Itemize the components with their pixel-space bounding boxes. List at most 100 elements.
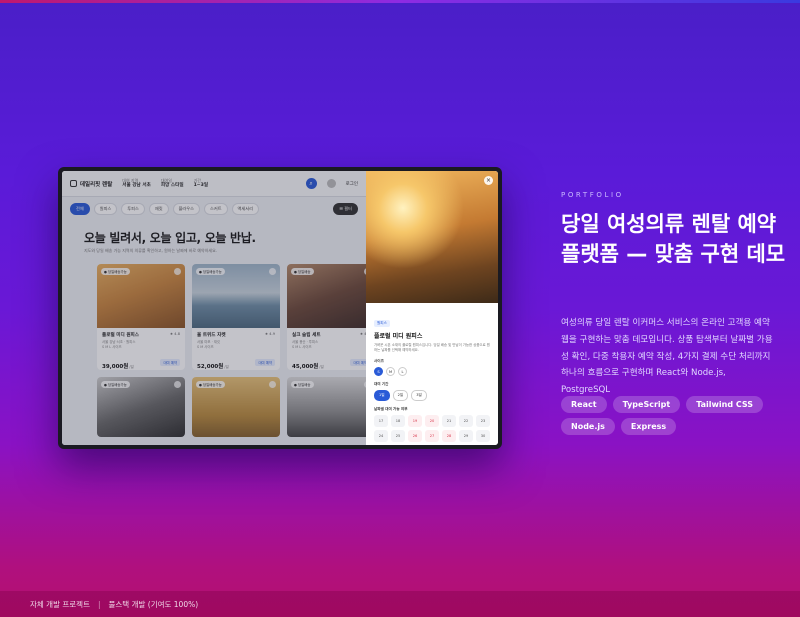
product-image[interactable]: ● 당일배송가능: [97, 377, 185, 437]
size-option[interactable]: L: [398, 367, 407, 377]
period-option[interactable]: 1일: [374, 390, 390, 402]
tech-tag: TypeScript: [612, 396, 681, 413]
calendar-day[interactable]: 17: [374, 415, 388, 428]
product-card[interactable]: ● 당일배송가능플로럴 미디 원피스 ★ 4.8 서울 강남·서초 · 원피스 S M…: [97, 264, 185, 370]
product-card[interactable]: ● 당일배송: [287, 377, 366, 437]
heart-icon[interactable]: [174, 268, 181, 275]
project-description: 여성의류 당일 렌탈 이커머스 서비스의 온라인 고객용 예약 웹을 구현하는 …: [561, 318, 773, 395]
product-meta: 서울 강남·서초 · 원피스 S M L 사이즈: [102, 340, 180, 350]
app-header: 데일리핏 렌탈 대여 지역 서울 강남 서초 대여일 희망 스타일 기간 1~3…: [62, 171, 366, 197]
rental-app: 데일리핏 렌탈 대여 지역 서울 강남 서초 대여일 희망 스타일 기간 1~3…: [62, 171, 366, 445]
filter-button[interactable]: ☰ 필터: [333, 203, 358, 215]
tech-tag: Node.js: [561, 418, 615, 435]
product-image[interactable]: ● 당일배송가능: [192, 377, 280, 437]
tech-tag: Express: [620, 418, 677, 435]
calendar-day[interactable]: 25: [391, 430, 405, 443]
product-card[interactable]: ● 당일배송가능울 트위드 자켓 ★ 4.9 서울 마포 · 재킷 S M 사이즈 52…: [192, 264, 280, 370]
delivery-badge: ● 당일배송가능: [196, 268, 225, 275]
category-chip[interactable]: 액세서리: [231, 203, 259, 215]
calendar-day[interactable]: 20: [425, 415, 439, 428]
product-grid: ● 당일배송가능 플로럴 미디 원피스 ★ 4.8 서울 강남·서초 · 원피스 S M…: [62, 254, 366, 437]
product-image[interactable]: ● 당일배송: [287, 264, 366, 328]
size-option[interactable]: M: [386, 367, 395, 377]
category-chip[interactable]: 재킷: [148, 203, 169, 215]
calendar-day[interactable]: 29: [459, 430, 473, 443]
footer-project-type: 자체 개발 프로젝트: [30, 599, 90, 609]
brand[interactable]: 데일리핏 렌탈: [70, 180, 112, 188]
product-name: 울 트위드 자켓 ★ 4.9: [197, 332, 275, 338]
calendar-day[interactable]: 30: [476, 430, 490, 443]
product-rating: ★ 4.8: [169, 332, 180, 336]
product-card[interactable]: ● 당일배송가능: [97, 377, 185, 437]
heart-icon[interactable]: [269, 381, 276, 388]
reserve-button[interactable]: 대여 예약: [160, 359, 180, 367]
category-chip[interactable]: 전체: [70, 203, 90, 215]
product-image[interactable]: ● 당일배송가능: [97, 264, 185, 328]
product-price: 52,000원: [197, 364, 224, 370]
period-options: 1일 2일 3일: [374, 390, 490, 402]
top-accent-bar: [0, 0, 800, 3]
search-icon[interactable]: ⌕: [305, 178, 317, 189]
product-card[interactable]: ● 당일배송가능: [192, 377, 280, 437]
login-link[interactable]: 로그인: [346, 181, 358, 187]
category-chip[interactable]: 블라우스: [172, 203, 200, 215]
period-option[interactable]: 2일: [392, 390, 409, 402]
product-info: 실크 슬립 세트★ 4.7 서울 용산 · 투피스S M L 사이즈 45,000원…: [287, 328, 366, 370]
product-price-row: 52,000원/일 대여 예약: [197, 353, 275, 370]
size-label: 사이즈: [374, 359, 384, 364]
heart-icon[interactable]: [269, 268, 276, 275]
calendar-day[interactable]: 23: [476, 415, 490, 428]
period-label: 대여 기간: [374, 382, 389, 387]
period-field[interactable]: 기간 1~3일: [194, 178, 208, 189]
product-name: 플로럴 미디 원피스 ★ 4.8: [102, 332, 180, 338]
calendar-day[interactable]: 24: [374, 430, 388, 443]
brand-logo-icon: [70, 180, 77, 187]
product-meta: 서울 마포 · 재킷 S M 사이즈: [197, 340, 275, 350]
calendar-day[interactable]: 27: [425, 430, 439, 443]
calendar-day[interactable]: 21: [442, 415, 456, 428]
calendar-day[interactable]: 22: [459, 415, 473, 428]
product-description: 가벼운 시폰 소재의 플로럴 원피스입니다. 당일 배송 및 반납이 가능한 상…: [374, 343, 490, 353]
product-card[interactable]: ● 당일배송실크 슬립 세트★ 4.7 서울 용산 · 투피스S M L 사이즈 4…: [287, 264, 366, 370]
calendar-day[interactable]: 18: [391, 415, 405, 428]
reserve-button[interactable]: 대여 예약: [350, 359, 366, 367]
product-info: 울 트위드 자켓 ★ 4.9 서울 마포 · 재킷 S M 사이즈 52,000원/일 대…: [192, 328, 280, 370]
close-icon[interactable]: ×: [484, 176, 493, 185]
footer-divider: |: [97, 599, 101, 609]
heart-icon[interactable]: [174, 381, 181, 388]
product-image[interactable]: ● 당일배송: [287, 377, 366, 437]
region-value: 서울 강남 서초: [122, 183, 151, 189]
category-chip[interactable]: 투피스: [121, 203, 145, 215]
product-price: 45,000원: [292, 364, 319, 370]
delivery-badge: ● 당일배송: [291, 268, 314, 275]
product-detail-image: ×: [366, 171, 498, 303]
eyebrow: PORTFOLIO: [561, 191, 624, 199]
category-chip[interactable]: 원피스: [93, 203, 118, 215]
calendar-day[interactable]: 19: [408, 415, 422, 428]
delivery-badge: ● 당일배송가능: [101, 381, 130, 388]
brand-name: 데일리핏 렌탈: [80, 181, 113, 188]
size-option[interactable]: S: [374, 367, 383, 377]
date-field[interactable]: 대여일 희망 스타일: [161, 178, 184, 189]
footer-role: 풀스택 개발 (기여도 100%): [108, 599, 199, 609]
tech-stack-tags: React TypeScript Tailwind CSS Node.js Expres…: [561, 396, 781, 435]
product-name: 실크 슬립 세트★ 4.7: [292, 332, 366, 338]
calendar-day[interactable]: 26: [408, 430, 422, 443]
avatar[interactable]: [326, 179, 336, 188]
product-image[interactable]: ● 당일배송가능: [192, 264, 280, 328]
headline: 당일 여성의류 렌탈 예약 플랫폼 — 맞춤 구현 데모: [561, 212, 786, 266]
reserve-button[interactable]: 대여 예약: [255, 359, 275, 367]
tech-tag: React: [561, 396, 607, 413]
region-field[interactable]: 대여 지역 서울 강남 서초: [122, 178, 151, 189]
category-chip[interactable]: 스커트: [203, 203, 228, 215]
product-title: 플로럴 미디 원피스: [374, 333, 423, 340]
product-name-text: 플로럴 미디 원피스: [102, 333, 140, 338]
footer: 자체 개발 프로젝트 | 풀스택 개발 (기여도 100%): [0, 591, 800, 617]
period-option[interactable]: 3일: [411, 390, 427, 402]
price-unit: /일: [319, 365, 324, 370]
delivery-badge: ● 당일배송가능: [196, 381, 225, 388]
calendar-day[interactable]: 28: [442, 430, 456, 443]
product-name-text: 실크 슬립 세트: [292, 333, 321, 338]
price-unit: /일: [129, 365, 134, 370]
category-tag: 원피스: [374, 320, 390, 327]
